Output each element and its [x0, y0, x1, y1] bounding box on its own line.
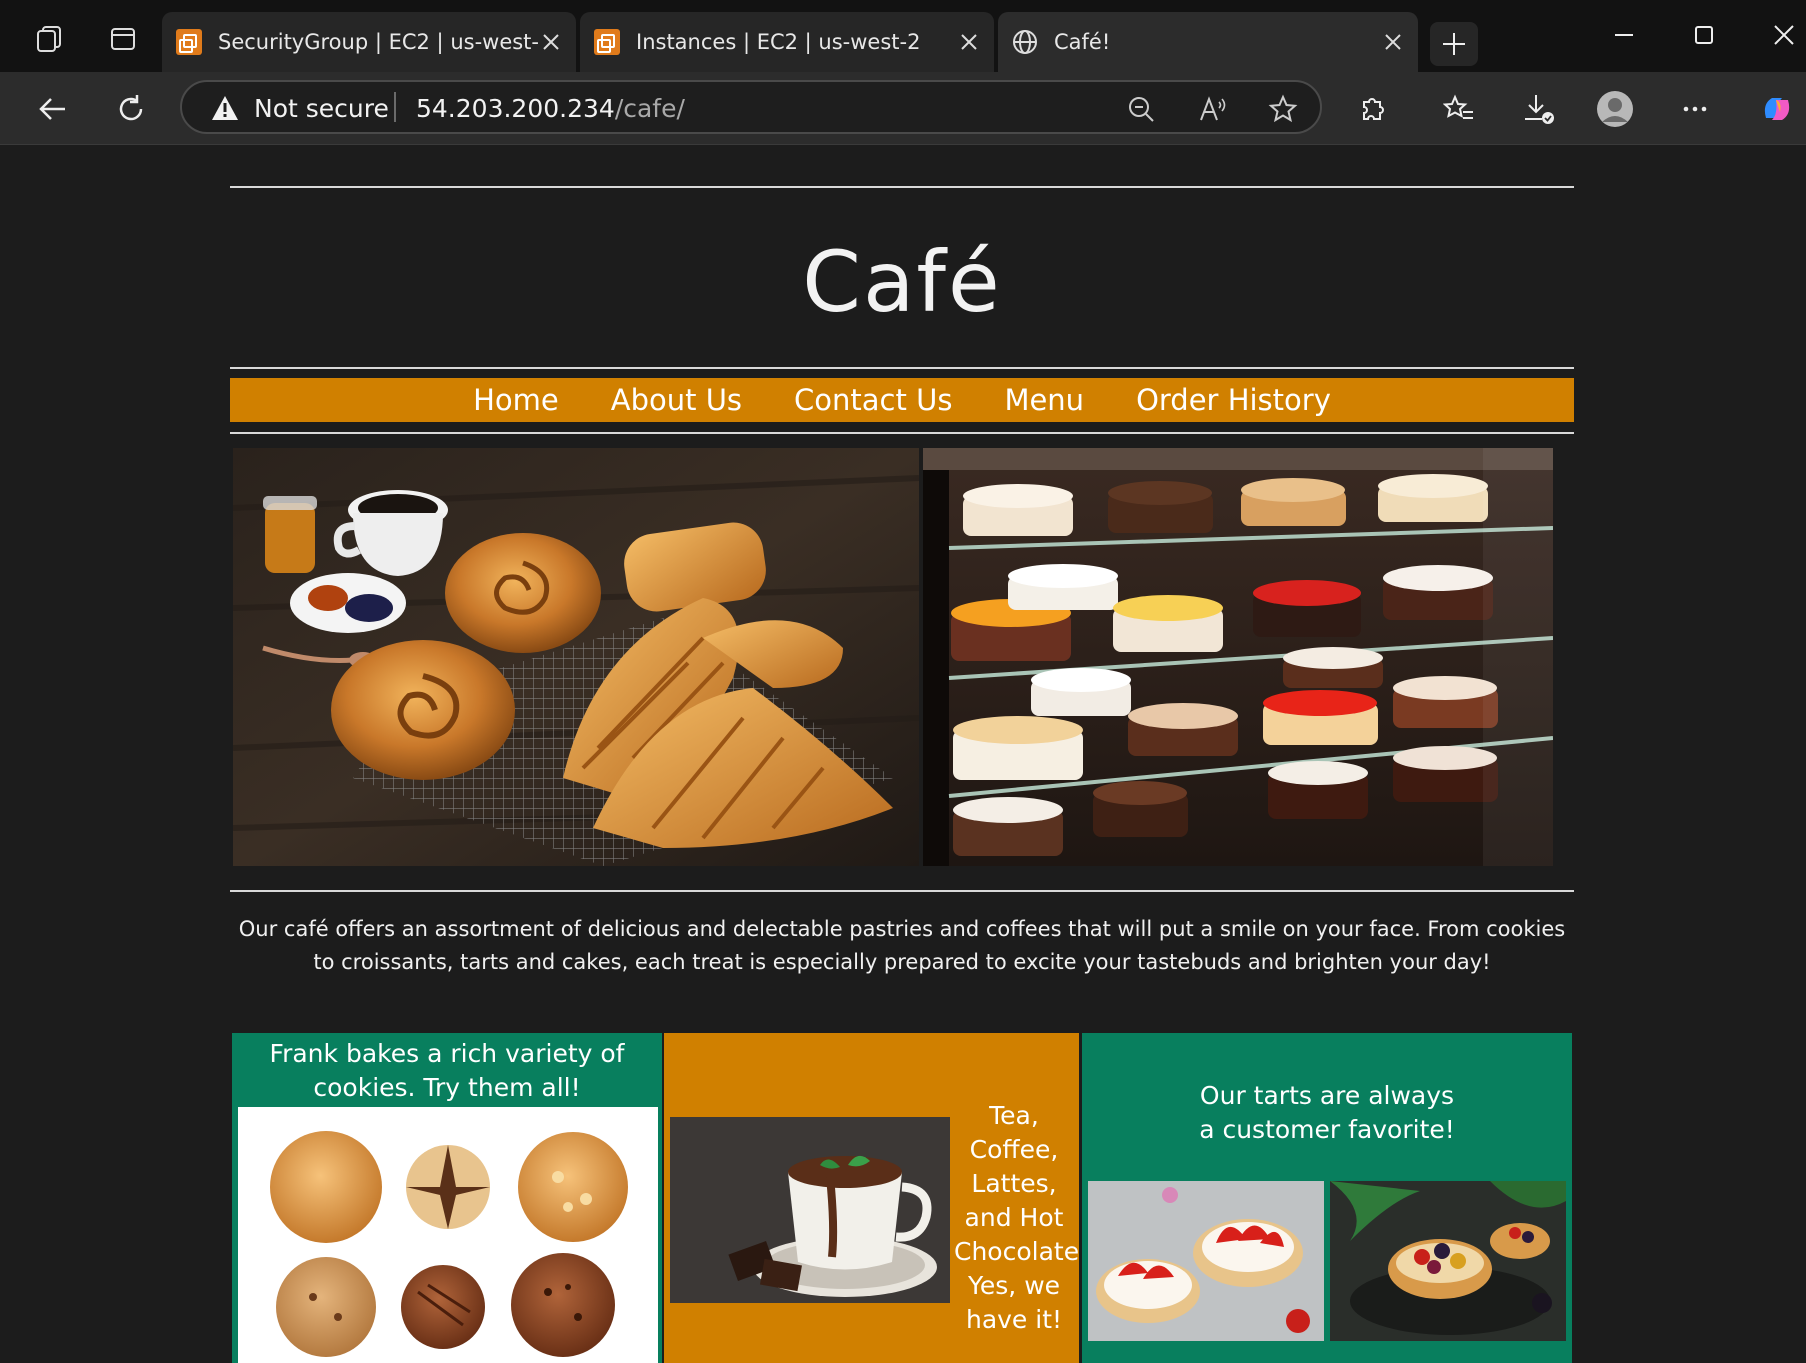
tarts-panel: Our tarts are always a customer favorite… [1082, 1033, 1572, 1363]
web-page: Café Home About Us Contact Us Menu Order… [0, 145, 1806, 1363]
url-path: /cafe/ [614, 94, 685, 123]
warning-icon[interactable] [210, 94, 240, 122]
refresh-button[interactable] [112, 90, 150, 128]
minimize-icon [1615, 34, 1633, 36]
copilot-icon [1764, 98, 1790, 120]
tab-instances[interactable]: Instances | EC2 | us-west-2 [580, 12, 994, 72]
url-host: 54.203.200.234 [416, 94, 615, 123]
vertical-tabs-icon[interactable] [106, 22, 140, 56]
tarts-caption: Our tarts are always a customer favorite… [1199, 1081, 1455, 1144]
divider [230, 367, 1574, 369]
downloads-button[interactable] [1520, 90, 1558, 128]
cookies-caption: Frank bakes a rich variety of cookies. T… [269, 1039, 625, 1102]
main-nav: Home About Us Contact Us Menu Order Hist… [230, 378, 1574, 422]
browser-tab-bar: SecurityGroup | EC2 | us-west-2 Instance… [0, 0, 1806, 73]
tab-title: Café! [1054, 30, 1111, 54]
refresh-icon [119, 95, 143, 121]
settings-more-button[interactable] [1676, 90, 1714, 128]
nav-menu[interactable]: Menu [1004, 383, 1084, 417]
read-aloud-icon[interactable] [1198, 94, 1228, 124]
back-button[interactable] [34, 90, 72, 128]
divider [394, 92, 396, 122]
profile-button[interactable] [1596, 90, 1634, 128]
workspaces-icon[interactable] [32, 22, 66, 56]
pastries-image [233, 448, 919, 866]
close-tab-icon[interactable] [958, 31, 980, 53]
tab-title: SecurityGroup | EC2 | us-west-2 [218, 30, 540, 54]
aws-console-icon [594, 29, 620, 55]
strawberry-tarts-image [1088, 1181, 1324, 1341]
extensions-button[interactable] [1354, 90, 1392, 128]
tab-security-group[interactable]: SecurityGroup | EC2 | us-west-2 [162, 12, 576, 72]
close-icon [1774, 25, 1794, 45]
security-status[interactable]: Not secure [254, 94, 389, 123]
nav-home[interactable]: Home [473, 383, 559, 417]
tab-title: Instances | EC2 | us-west-2 [636, 30, 921, 54]
berry-tarts-image [1330, 1181, 1566, 1341]
maximize-icon [1695, 26, 1713, 44]
plus-icon [1443, 33, 1465, 55]
download-icon [1525, 95, 1554, 124]
address-bar[interactable]: Not secure 54.203.200.234/cafe/ [180, 80, 1322, 134]
cake-display-image [923, 448, 1553, 866]
url-text[interactable]: 54.203.200.234/cafe/ [416, 94, 685, 123]
avatar-icon [1597, 91, 1633, 127]
globe-icon [1013, 30, 1037, 54]
close-tab-icon[interactable] [540, 31, 562, 53]
favorites-list-icon [1443, 94, 1473, 119]
cookies-panel: Frank bakes a rich variety of cookies. T… [232, 1033, 662, 1363]
zoom-out-icon[interactable] [1126, 94, 1156, 124]
favorite-star-icon[interactable] [1268, 94, 1298, 124]
divider [230, 186, 1574, 188]
cookies-image [238, 1107, 658, 1363]
nav-order-history[interactable]: Order History [1136, 383, 1331, 417]
browser-toolbar: Not secure 54.203.200.234/cafe/ [0, 72, 1806, 145]
more-dots-icon [1683, 106, 1707, 112]
new-tab-button[interactable] [1430, 22, 1478, 66]
drinks-caption: Tea, Coffee, Lattes, and Hot Chocolate. … [954, 1101, 1079, 1334]
puzzle-icon [1363, 98, 1384, 120]
intro-text: Our café offers an assortment of delicio… [238, 917, 1566, 974]
close-tab-icon[interactable] [1382, 31, 1404, 53]
minimize-button[interactable] [1596, 12, 1652, 58]
nav-contact-us[interactable]: Contact Us [794, 383, 952, 417]
divider [230, 432, 1574, 434]
close-window-button[interactable] [1756, 12, 1806, 58]
hot-chocolate-image [670, 1117, 950, 1303]
aws-console-icon [176, 29, 202, 55]
tab-cafe[interactable]: Café! [998, 12, 1418, 72]
divider [230, 890, 1574, 892]
copilot-button[interactable] [1758, 90, 1796, 128]
site-title: Café [802, 233, 1002, 331]
back-arrow-icon [39, 98, 65, 120]
maximize-button[interactable] [1676, 12, 1732, 58]
drinks-panel: Tea, Coffee, Lattes, and Hot Chocolate. … [664, 1033, 1079, 1363]
nav-about-us[interactable]: About Us [611, 383, 742, 417]
favorites-button[interactable] [1440, 90, 1478, 128]
